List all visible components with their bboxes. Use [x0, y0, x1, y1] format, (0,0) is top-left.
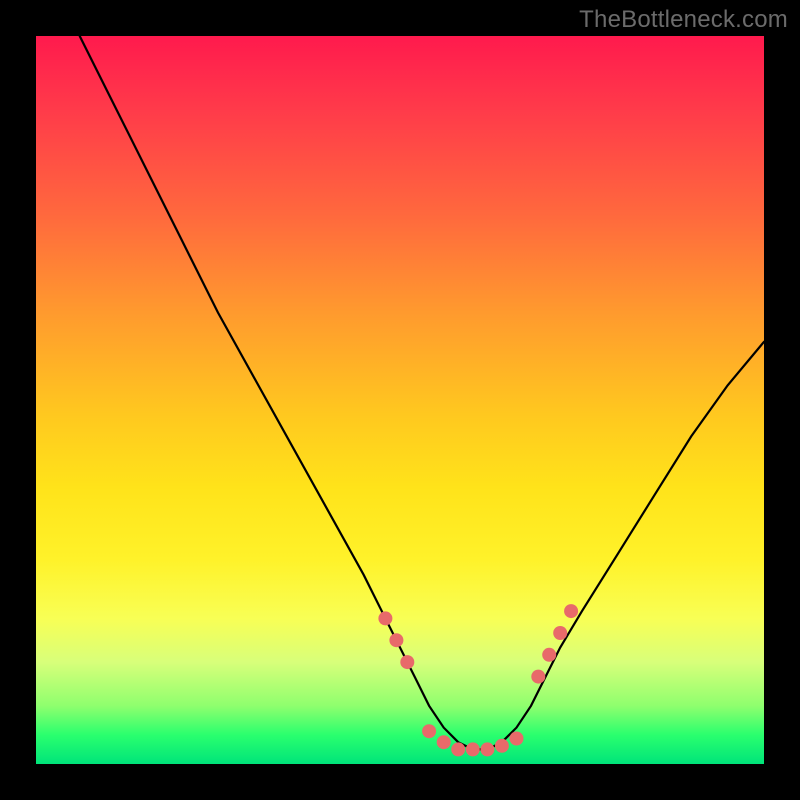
highlight-dot [553, 626, 567, 640]
highlight-dot [542, 648, 556, 662]
plot-area [36, 36, 764, 764]
highlight-dots [378, 604, 578, 756]
highlight-dot [422, 724, 436, 738]
chart-frame: TheBottleneck.com [0, 0, 800, 800]
chart-svg [36, 36, 764, 764]
highlight-dot [451, 742, 465, 756]
highlight-dot [389, 633, 403, 647]
highlight-dot [495, 739, 509, 753]
highlight-dot [531, 670, 545, 684]
watermark-text: TheBottleneck.com [579, 6, 788, 34]
highlight-dot [480, 742, 494, 756]
bottleneck-curve [80, 36, 764, 749]
highlight-dot [400, 655, 414, 669]
highlight-dot [564, 604, 578, 618]
highlight-dot [466, 742, 480, 756]
highlight-dot [510, 732, 524, 746]
highlight-dot [437, 735, 451, 749]
highlight-dot [378, 611, 392, 625]
